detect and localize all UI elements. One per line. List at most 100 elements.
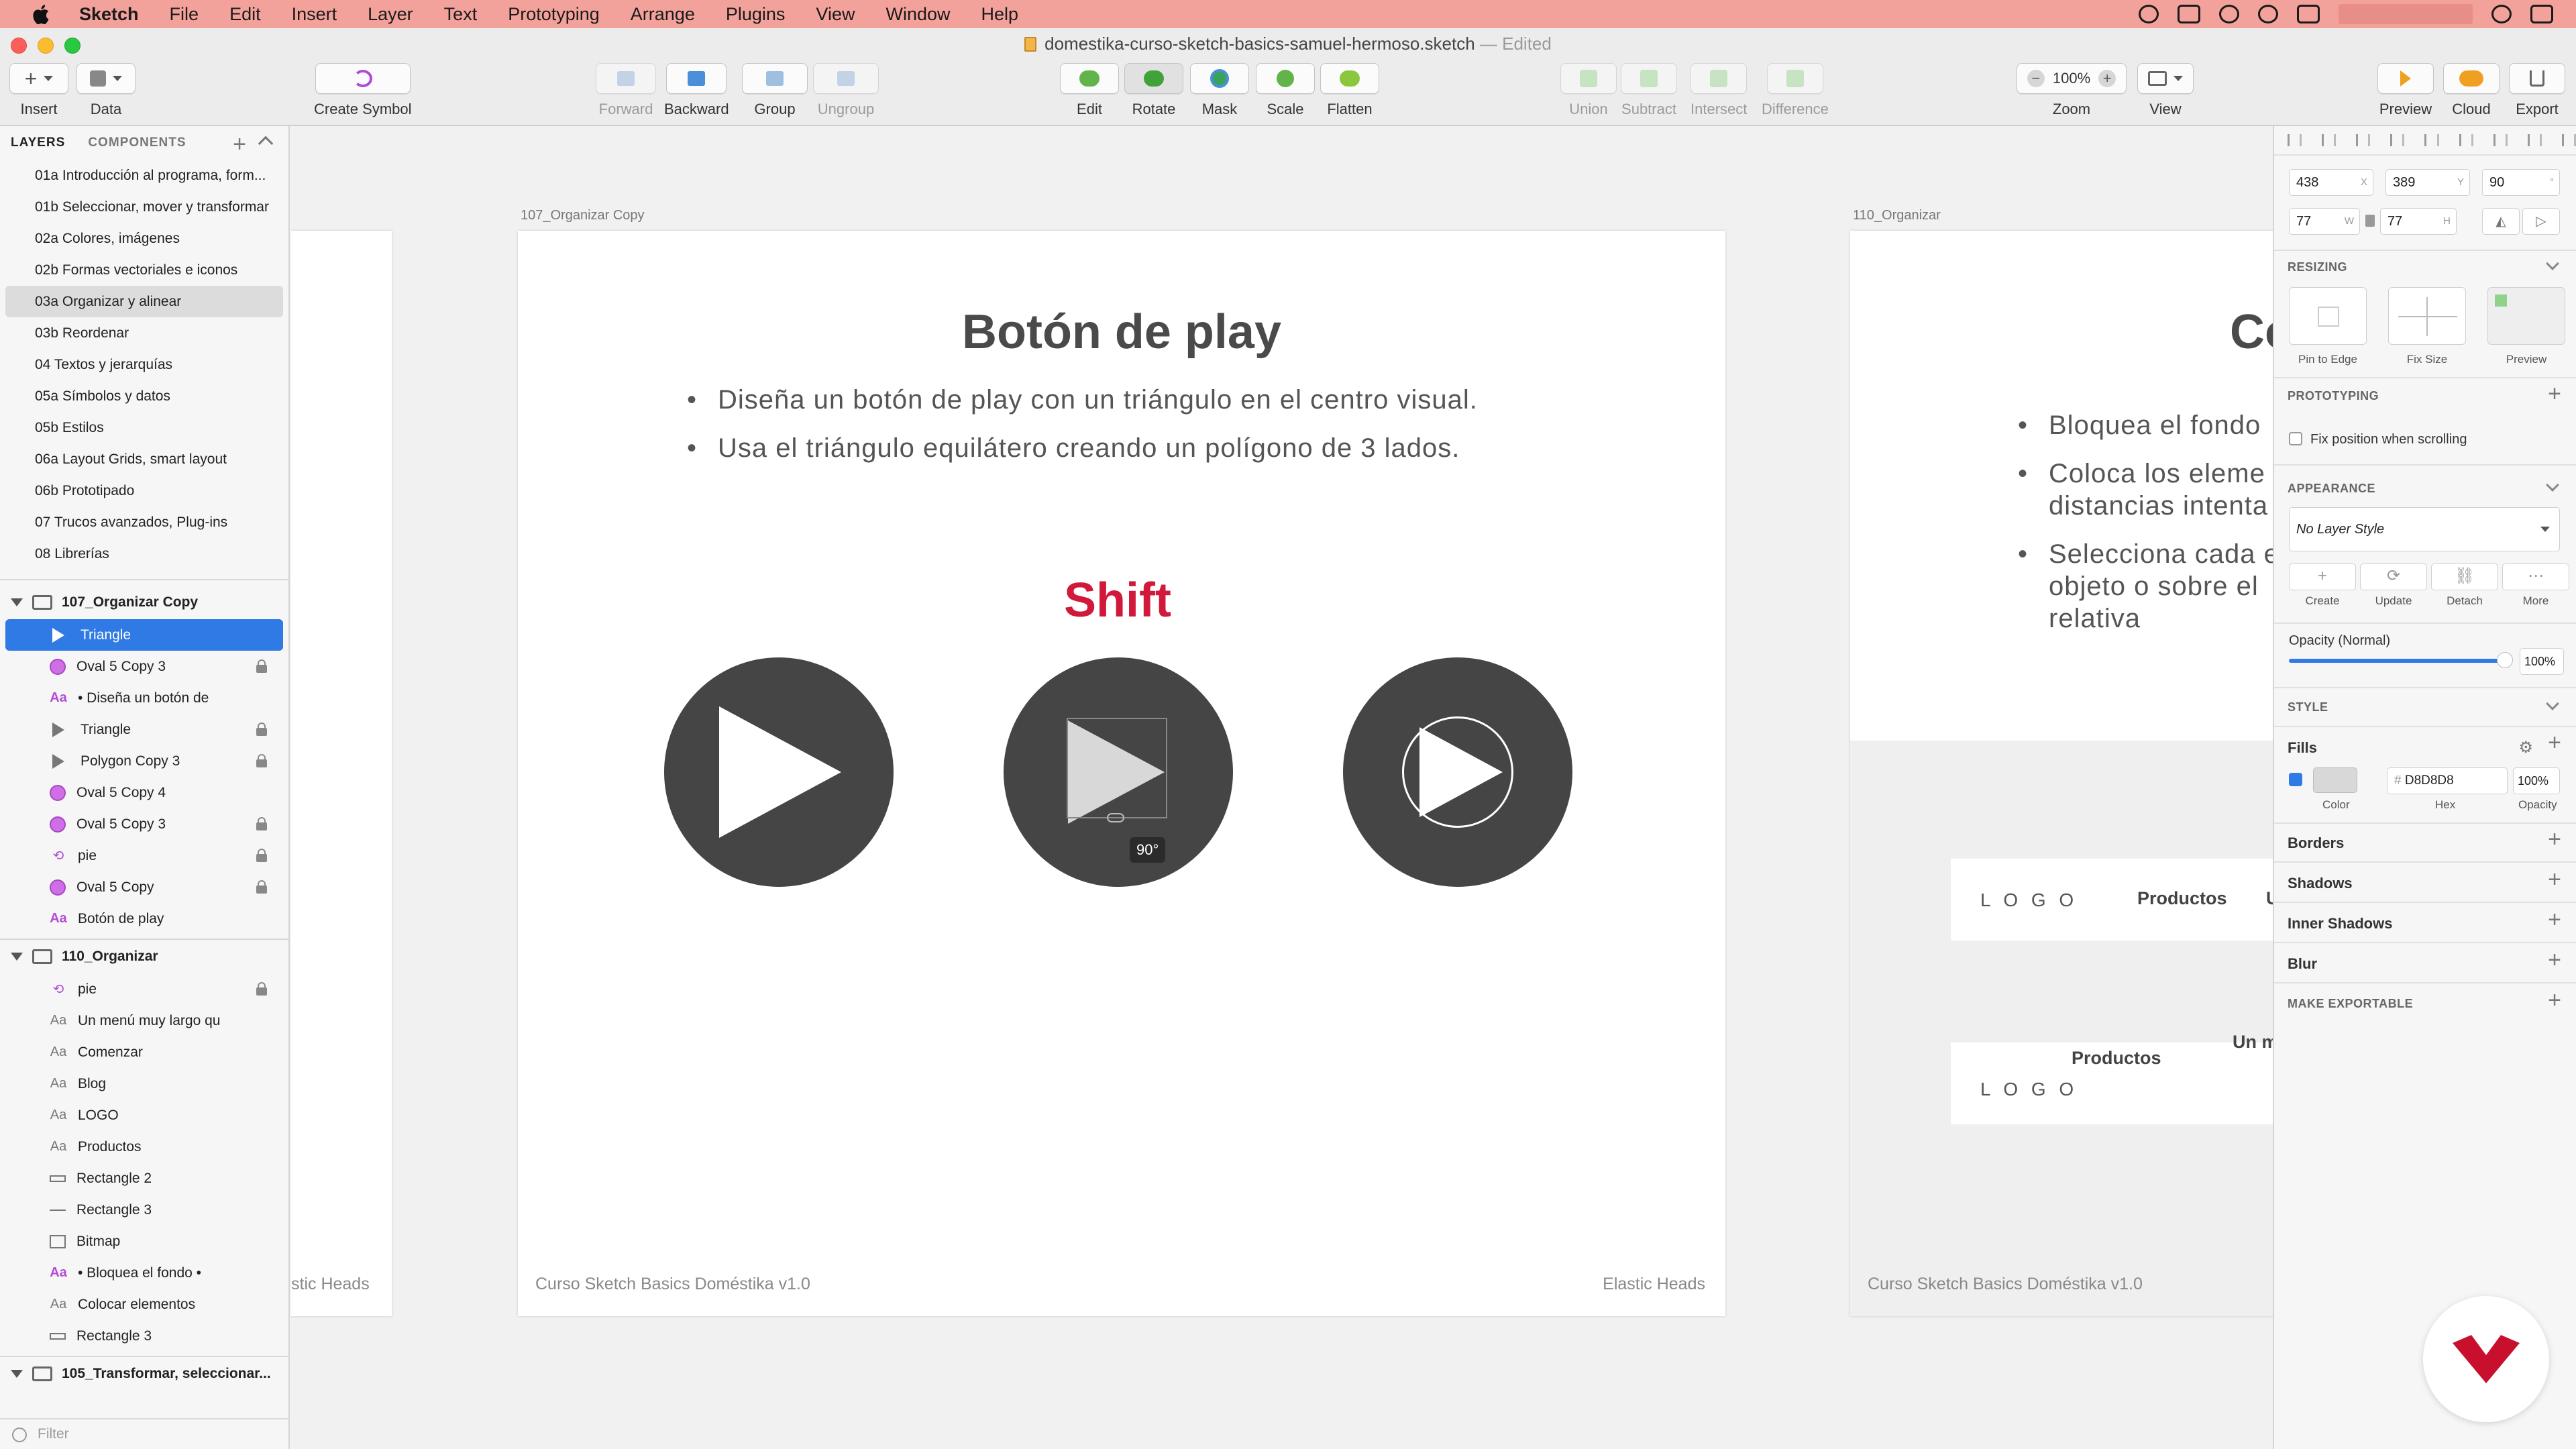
lock-icon[interactable] <box>256 754 267 767</box>
canvas[interactable]: stic Heads 107_Organizar Copy Botón de p… <box>291 126 2273 1449</box>
nav-bar-mockup-unaligned[interactable]: L O G O Productos Un m <box>1951 1032 2273 1124</box>
menu-help[interactable]: Help <box>981 4 1019 25</box>
artboard-row[interactable]: 105_Transformar, seleccionar... <box>0 1357 288 1391</box>
menu-text[interactable]: Text <box>444 4 478 25</box>
fill-hex-field[interactable]: # D8D8D8 <box>2387 767 2508 794</box>
create-symbol-tool[interactable]: Create Symbol <box>314 63 412 118</box>
add-page-icon[interactable]: + <box>233 131 247 158</box>
menu-view[interactable]: View <box>816 4 855 25</box>
align-top-icon[interactable] <box>2493 134 2508 146</box>
add-border-icon[interactable]: + <box>2548 828 2561 851</box>
layer-row[interactable]: Aa Comenzar <box>5 1036 283 1068</box>
fill-opacity-field[interactable]: 100% <box>2513 767 2560 794</box>
height-field[interactable]: 77 H <box>2380 208 2457 235</box>
opacity-slider-track[interactable] <box>2289 659 2510 663</box>
rotate-button[interactable] <box>1124 63 1183 94</box>
lock-icon[interactable] <box>256 982 267 996</box>
mask-button[interactable] <box>1190 63 1249 94</box>
page-item[interactable]: 01a Introducción al programa, form... <box>5 160 283 191</box>
menu-insert[interactable]: Insert <box>292 4 337 25</box>
layer-row[interactable]: Aa • Diseña un botón de <box>5 682 283 714</box>
tab-components[interactable]: COMPONENTS <box>88 136 186 150</box>
page-item[interactable]: 05a Símbolos y datos <box>5 380 283 412</box>
lock-icon[interactable] <box>256 659 267 673</box>
align-bottom-icon[interactable] <box>2561 134 2576 146</box>
lock-icon[interactable] <box>256 817 267 830</box>
distribute-horizontal-icon[interactable] <box>2288 134 2302 146</box>
insert-tool[interactable]: + Insert <box>9 63 68 118</box>
menu-arrange[interactable]: Arrange <box>631 4 695 25</box>
edit-tool[interactable]: Edit <box>1060 63 1119 118</box>
y-position-field[interactable]: 389 Y <box>2385 169 2470 196</box>
view-button[interactable] <box>2137 63 2194 94</box>
fill-color-swatch[interactable] <box>2313 767 2357 793</box>
layer-row[interactable]: ⟲ pie <box>5 840 283 871</box>
page-item-selected[interactable]: 03a Organizar y alinear <box>5 286 283 317</box>
fix-size-control[interactable] <box>2388 287 2466 345</box>
disclosure-triangle-icon[interactable] <box>11 953 23 961</box>
lock-icon[interactable] <box>256 722 267 736</box>
menu-file[interactable]: File <box>170 4 199 25</box>
subtract-tool[interactable]: Subtract <box>1621 63 1677 118</box>
rotation-field[interactable]: 90 ° <box>2482 169 2560 196</box>
record-icon[interactable] <box>2139 5 2159 23</box>
layer-row[interactable]: Aa LOGO <box>5 1099 283 1131</box>
subtract-button[interactable] <box>1621 63 1677 94</box>
mask-tool[interactable]: Mask <box>1190 63 1249 118</box>
selection-box[interactable] <box>1067 718 1167 818</box>
menu-prototyping[interactable]: Prototyping <box>508 4 600 25</box>
artboard-row[interactable]: 110_Organizar <box>0 940 288 973</box>
opacity-blend-label[interactable]: Opacity (Normal) <box>2289 633 2390 649</box>
preview-tool[interactable]: Preview <box>2377 63 2434 118</box>
cloud-button[interactable] <box>2443 63 2500 94</box>
play-button-2[interactable]: 90° <box>1004 657 1233 887</box>
layer-row[interactable]: Rectangle 2 <box>5 1163 283 1194</box>
layer-row[interactable]: Aa Botón de play <box>5 903 283 934</box>
export-tool[interactable]: Export <box>2509 63 2565 118</box>
intersect-tool[interactable]: Intersect <box>1690 63 1747 118</box>
layer-row[interactable]: Oval 5 Copy <box>5 871 283 903</box>
scale-button[interactable] <box>1256 63 1315 94</box>
add-prototyping-icon[interactable]: + <box>2548 382 2561 405</box>
page-item[interactable]: 03b Reordenar <box>5 317 283 349</box>
flatten-tool[interactable]: Flatten <box>1320 63 1379 118</box>
play-button-3[interactable] <box>1343 657 1572 887</box>
artboard-row[interactable]: 107_Organizar Copy <box>0 586 288 619</box>
union-button[interactable] <box>1560 63 1617 94</box>
menu-plugins[interactable]: Plugins <box>726 4 786 25</box>
backward-tool[interactable]: Backward <box>664 63 729 118</box>
page-item[interactable]: 06a Layout Grids, smart layout <box>5 443 283 475</box>
filter-input[interactable]: Filter <box>38 1426 69 1442</box>
layer-row[interactable]: Rectangle 3 <box>5 1320 283 1352</box>
insert-button[interactable]: + <box>9 63 68 94</box>
disclosure-triangle-icon[interactable] <box>11 598 23 606</box>
clock-area[interactable] <box>2339 4 2473 24</box>
align-left-icon[interactable] <box>2390 134 2405 146</box>
layer-row[interactable]: Polygon Copy 3 <box>5 745 283 777</box>
add-blur-icon[interactable]: + <box>2548 949 2561 971</box>
cloud-tool[interactable]: Cloud <box>2443 63 2500 118</box>
play-triangle[interactable] <box>1419 727 1503 817</box>
create-style-button[interactable]: + <box>2289 564 2356 590</box>
play-button-1[interactable] <box>664 657 894 887</box>
layer-row[interactable]: Oval 5 Copy 3 <box>5 808 283 840</box>
difference-tool[interactable]: Difference <box>1762 63 1829 118</box>
calendar-icon[interactable] <box>2297 5 2320 23</box>
creative-cloud-icon[interactable] <box>2219 5 2239 23</box>
fix-position-checkbox[interactable] <box>2289 432 2302 445</box>
rotation-handle[interactable] <box>1107 813 1124 822</box>
tidy-icon[interactable] <box>2356 134 2371 146</box>
ungroup-button[interactable] <box>813 63 879 94</box>
layer-row[interactable]: Aa Colocar elementos <box>5 1289 283 1320</box>
page-item[interactable]: 02a Colores, imágenes <box>5 223 283 254</box>
flatten-button[interactable] <box>1320 63 1379 94</box>
menu-app-sketch[interactable]: Sketch <box>79 4 139 25</box>
control-center-icon[interactable] <box>2530 5 2553 23</box>
union-tool[interactable]: Union <box>1560 63 1617 118</box>
add-export-icon[interactable]: + <box>2548 989 2561 1012</box>
artboard-110-organizar[interactable]: Co Bloquea el fondo Coloca los eleme dis… <box>1850 231 2273 1316</box>
nav-bar-mockup[interactable]: L O G O Productos U <box>1951 859 2273 941</box>
more-style-button[interactable]: ⋯ <box>2502 564 2569 590</box>
collapse-pages-icon[interactable] <box>258 136 274 152</box>
view-tool[interactable]: View <box>2137 63 2194 118</box>
